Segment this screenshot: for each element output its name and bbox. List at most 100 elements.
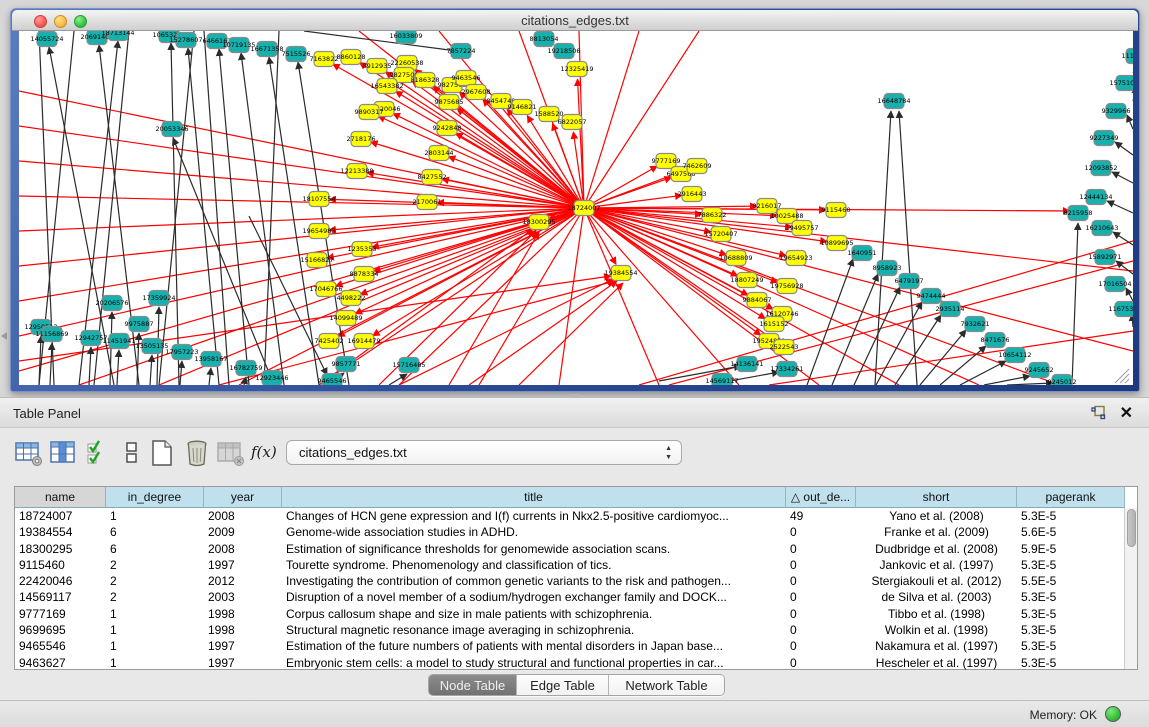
float-window-icon[interactable]: [1091, 405, 1107, 421]
table-row[interactable]: 977716911998Corpus callosum shape and si…: [15, 606, 1125, 622]
graph-edge: [1007, 383, 1053, 385]
graph-node-label: 12444134: [1079, 193, 1112, 201]
table-scrollbar[interactable]: [1124, 508, 1137, 669]
graph-node-label: 12923446: [255, 374, 288, 382]
graph-node-label: 2718176: [347, 135, 376, 143]
graph-node-label: 8186328: [411, 76, 440, 84]
table-cell: 1997: [204, 655, 282, 671]
table-cell: 0: [786, 622, 856, 638]
graph-node-label: 18300295: [522, 218, 555, 226]
graph-node-label: 2967608: [462, 88, 491, 96]
tab-node-table[interactable]: Node Table: [429, 675, 517, 696]
table-cell: Hescheler et al. (1997): [856, 655, 1017, 671]
column-header-short[interactable]: short: [856, 487, 1017, 508]
graph-node-label: 10688809: [719, 254, 752, 262]
column-header-title[interactable]: title: [282, 487, 786, 508]
graph-node-label: 18724007: [567, 204, 600, 212]
column-header-pagerank[interactable]: pagerank: [1017, 487, 1125, 508]
graph-node-label: 9115460: [822, 206, 851, 214]
table-cell: 9115460: [15, 557, 106, 573]
table-cell: de Silva et al. (2003): [856, 589, 1017, 605]
citation-graph[interactable]: 1405572420691406187131441065326715278607…: [19, 31, 1133, 385]
graph-node-label: 9884067: [743, 296, 772, 304]
graph-node-label: 9875685: [435, 98, 464, 106]
table-cell: 1: [106, 655, 204, 671]
window-titlebar[interactable]: citations_edges.txt: [12, 10, 1138, 31]
tab-network-table[interactable]: Network Table: [609, 675, 724, 696]
graph-node-label: 20053346: [155, 125, 188, 133]
table-body: 1872400712008Changes of HCN gene express…: [15, 508, 1125, 671]
delete-rows-icon[interactable]: [182, 438, 212, 468]
graph-node-label: 6822057: [558, 118, 587, 126]
table-row[interactable]: 1872400712008Changes of HCN gene express…: [15, 508, 1125, 524]
graph-node-label: 17016504: [1098, 280, 1131, 288]
resize-grip-icon[interactable]: [1125, 379, 1129, 383]
column-header-name[interactable]: name: [15, 487, 106, 508]
table-row[interactable]: 2242004622012Investigating the contribut…: [15, 573, 1125, 589]
window-title: citations_edges.txt: [12, 13, 1138, 28]
column-header-year[interactable]: year: [204, 487, 282, 508]
table-cell: 0: [786, 655, 856, 671]
table-cell: 19384554: [15, 524, 106, 540]
new-table-icon[interactable]: [147, 438, 177, 468]
close-panel-icon[interactable]: ✕: [1120, 403, 1133, 423]
table-cell: Embryonic stem cells: a model to study s…: [282, 655, 786, 671]
graph-edge: [378, 116, 584, 208]
select-all-icon[interactable]: [84, 438, 114, 468]
table-cell: Genome-wide association studies in ADHD.: [282, 524, 786, 540]
row-height-icon[interactable]: [117, 438, 147, 468]
graph-node-label: 15716485: [392, 361, 425, 369]
table-cell: 0: [786, 573, 856, 589]
table-settings-icon[interactable]: [14, 438, 44, 468]
graph-node-label: 2522543: [770, 343, 799, 351]
table-row[interactable]: 969969511998Structural magnetic resonanc…: [15, 622, 1125, 638]
table-select-combo[interactable]: citations_edges.txt ▲▼: [286, 440, 682, 465]
delete-table-icon: [216, 438, 246, 468]
table-cell: Tourette syndrome. Phenomenology and cla…: [282, 557, 786, 573]
network-canvas[interactable]: 1405572420691406187131441065326715278607…: [19, 31, 1133, 385]
table-row[interactable]: 911546021997Tourette syndrome. Phenomeno…: [15, 557, 1125, 573]
table-cell: Franke et al. (2009): [856, 524, 1017, 540]
table-row[interactable]: 1830029562008Estimation of significance …: [15, 541, 1125, 557]
table-cell: 6: [106, 541, 204, 557]
table-cell: 0: [786, 541, 856, 557]
graph-node-label: 7932621: [961, 320, 990, 328]
graph-node-label: 9227349: [1090, 134, 1119, 142]
table-row[interactable]: 946362711997Embryonic stem cells: a mode…: [15, 655, 1125, 671]
table-cell: 9465546: [15, 638, 106, 654]
graph-node-label: 7163822: [310, 55, 339, 63]
graph-edge: [899, 111, 917, 385]
select-columns-icon[interactable]: [49, 438, 79, 468]
combo-selected-value: citations_edges.txt: [299, 445, 407, 460]
table-cell: 9777169: [15, 606, 106, 622]
table-row[interactable]: 1938455462009Genome-wide association stu…: [15, 524, 1125, 540]
graph-edge: [171, 43, 179, 385]
table-cell: Corpus callosum shape and size in male p…: [282, 606, 786, 622]
graph-node-label: 9245012: [1048, 378, 1077, 385]
tab-edge-table[interactable]: Edge Table: [517, 675, 609, 696]
table-cell: 5.3E-5: [1017, 622, 1125, 638]
table-cell: 14569117: [15, 589, 106, 605]
graph-node-label: 9890317: [355, 108, 384, 116]
function-builder-icon[interactable]: f(x): [251, 438, 281, 468]
table-cell: 2: [106, 589, 204, 605]
resize-grip-icon[interactable]: [1120, 374, 1129, 383]
graph-node-label: 4498222: [337, 294, 366, 302]
graph-node-label: 16033809: [389, 32, 422, 40]
column-header-out_de[interactable]: △ out_de...: [786, 487, 856, 508]
graph-node-label: 9242848: [433, 124, 462, 132]
graph-node-label: 11156869: [35, 330, 68, 338]
table-cell: Yano et al. (2008): [856, 508, 1017, 524]
table-cell: 1997: [204, 557, 282, 573]
graph-node-label: 19218506: [547, 47, 580, 55]
table-row[interactable]: 946554611997Estimation of the future num…: [15, 638, 1125, 654]
scrollbar-thumb[interactable]: [1127, 509, 1136, 547]
table-cell: 5.3E-5: [1017, 508, 1125, 524]
collapse-left-arrow-icon[interactable]: [1, 332, 7, 340]
table-cell: Disruption of a novel member of a sodium…: [282, 589, 786, 605]
column-header-in_degree[interactable]: in_degree: [106, 487, 204, 508]
table-row[interactable]: 1456911722003Disruption of a novel membe…: [15, 589, 1125, 605]
table-cell: 1: [106, 622, 204, 638]
table-cell: Tibbo et al. (1998): [856, 606, 1017, 622]
graph-node-label: 9465546: [318, 377, 347, 385]
